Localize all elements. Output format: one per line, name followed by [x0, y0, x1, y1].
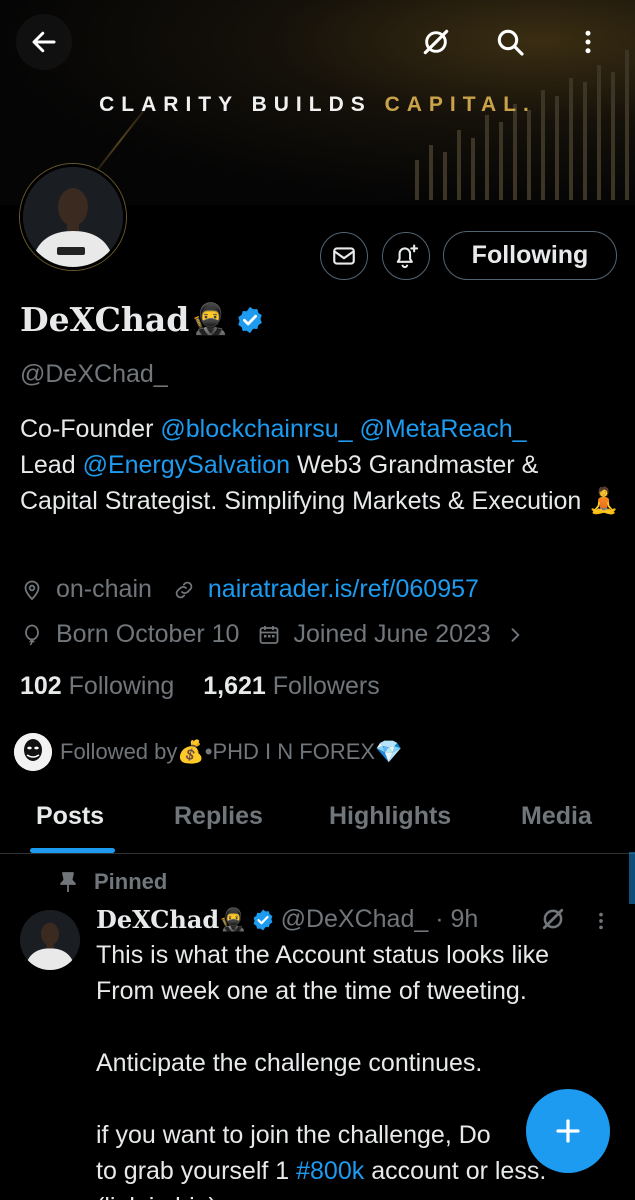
following-label: Following — [61, 672, 175, 700]
post-grok-button[interactable] — [538, 904, 568, 938]
pinned-indicator: Pinned — [58, 869, 167, 895]
bio-mention-link[interactable]: @blockchainrsu_ — [160, 415, 352, 443]
compose-post-button[interactable] — [526, 1089, 610, 1173]
active-tab-indicator — [30, 848, 115, 853]
profile-meta-row-2[interactable]: Born October 10 Joined June 2023 — [20, 620, 537, 649]
bio-text: Lead — [20, 451, 83, 479]
calendar-icon — [260, 625, 279, 644]
following-count-link[interactable]: 102 Following — [20, 672, 174, 700]
tab-highlights[interactable]: Highlights — [329, 802, 451, 831]
grok-icon — [423, 29, 449, 55]
pinned-label: Pinned — [94, 869, 168, 894]
post-avatar-image — [20, 910, 80, 970]
verified-badge-icon — [253, 909, 272, 930]
chevron-right-icon — [511, 627, 520, 642]
meditation-emoji: 🧘 — [588, 487, 620, 515]
more-options-button[interactable] — [560, 14, 616, 70]
display-name-row: DeXChad 🥷 — [20, 300, 265, 339]
bell-plus-icon — [396, 244, 419, 269]
followed-by-row[interactable]: Followed by 💰•PHD I N FOREX💎 — [14, 733, 402, 771]
ninja-emoji: 🥷 — [191, 302, 229, 337]
search-icon — [497, 29, 524, 56]
post-text: This is what the Account status looks li… — [96, 941, 549, 1185]
post-author-name[interactable]: DeXChad — [96, 905, 219, 934]
back-button[interactable] — [16, 14, 72, 70]
bio-mention-link[interactable]: @MetaReach_ — [359, 415, 526, 443]
notifications-button[interactable] — [382, 232, 430, 280]
followers-count: 1,621 — [203, 672, 266, 700]
tab-media[interactable]: Media — [521, 802, 592, 831]
followers-label: Followers — [265, 672, 380, 700]
balloon-icon — [25, 624, 39, 645]
profile-avatar[interactable] — [20, 164, 126, 270]
banner-slogan-gold: CAPITAL. — [384, 93, 536, 116]
follower-avatar — [14, 733, 52, 771]
banner-slogan-main: CLARITY BUILDS — [99, 93, 372, 116]
plus-icon — [556, 1119, 580, 1143]
tab-posts[interactable]: Posts — [36, 802, 104, 831]
arrow-left-icon — [32, 31, 56, 53]
followed-by-name: 💰•PHD I N FOREX💎 — [177, 739, 403, 764]
grok-icon — [542, 908, 564, 930]
tab-replies[interactable]: Replies — [174, 802, 263, 831]
follow-stats: 102 Following 1,621 Followers — [20, 672, 380, 701]
followers-count-link[interactable]: 1,621 Followers — [203, 672, 379, 700]
scrollbar-thumb[interactable] — [629, 852, 635, 904]
profile-bio: Co-Founder @blockchainrsu_ @MetaReach_ L… — [20, 411, 620, 519]
profile-birthday: Born October 10 — [56, 620, 240, 648]
follower-avatar-image — [14, 733, 52, 771]
profile-location: on-chain — [56, 575, 152, 603]
post-header: DeXChad 🥷 @DeXChad_ · 9h — [96, 905, 478, 934]
profile-website-link[interactable]: nairatrader.is/ref/060957 — [208, 575, 479, 604]
pin-icon — [60, 872, 76, 892]
avatar-person-image — [23, 167, 123, 267]
post-handle-time: @DeXChad_ · 9h — [280, 905, 479, 933]
following-count: 102 — [20, 672, 62, 700]
display-name: DeXChad — [20, 300, 190, 339]
profile-meta-row-1: on-chain nairatrader.is/ref/060957 — [20, 575, 479, 604]
more-vertical-icon — [599, 912, 603, 930]
banner-slogan: CLARITY BUILDS CAPITAL. — [0, 93, 635, 117]
profile-tabs: Posts Replies Highlights Media — [0, 792, 635, 854]
verified-badge-icon — [237, 306, 262, 333]
message-button[interactable] — [320, 232, 368, 280]
mail-icon — [333, 247, 355, 265]
search-button[interactable] — [482, 14, 538, 70]
bio-text: Co-Founder — [20, 415, 161, 443]
profile-joined-date: Joined June 2023 — [293, 620, 491, 648]
followed-by-label: Followed by — [60, 739, 178, 764]
post-author-avatar[interactable] — [20, 910, 80, 970]
post-more-button[interactable] — [590, 908, 612, 938]
link-icon — [175, 581, 193, 598]
ninja-emoji: 🥷 — [219, 906, 247, 932]
post-hashtag-link[interactable]: #800k — [296, 1157, 364, 1185]
following-button[interactable]: Following — [443, 231, 617, 280]
location-pin-icon — [24, 580, 40, 600]
profile-handle: @DeXChad_ — [20, 360, 168, 388]
bio-mention-link[interactable]: @EnergySalvation — [83, 451, 290, 479]
more-vertical-icon — [585, 30, 591, 54]
grok-button[interactable] — [408, 14, 464, 70]
